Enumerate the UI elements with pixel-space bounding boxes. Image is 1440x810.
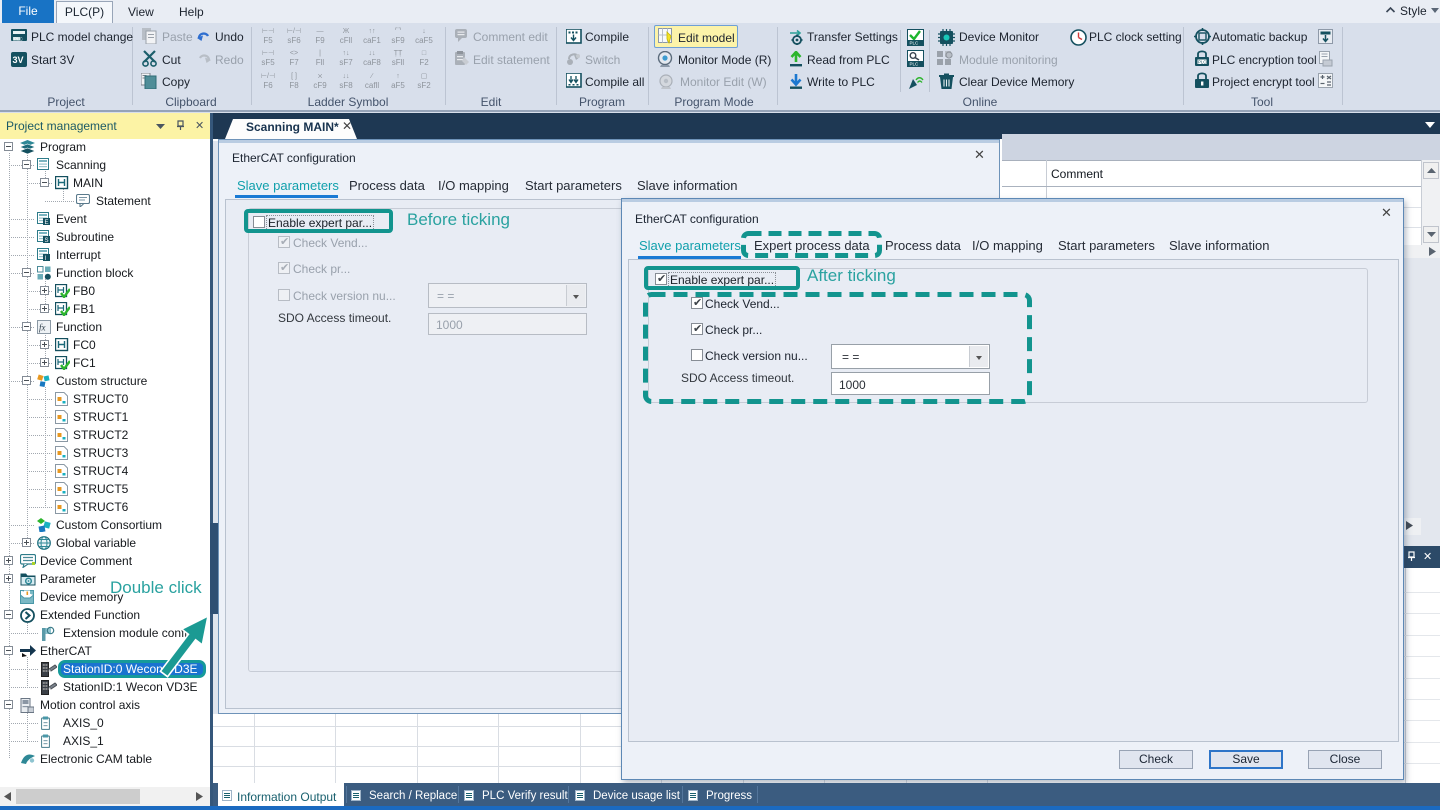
svg-text:PLC: PLC bbox=[910, 62, 920, 67]
svg-text:S: S bbox=[45, 238, 49, 244]
svg-text:PLC: PLC bbox=[910, 41, 920, 46]
svg-text:E: E bbox=[45, 220, 49, 226]
svg-text:3V: 3V bbox=[13, 55, 24, 65]
svg-text:PLC: PLC bbox=[1198, 60, 1206, 65]
svg-text:PLC: PLC bbox=[14, 37, 24, 42]
svg-text:fx: fx bbox=[39, 323, 46, 333]
